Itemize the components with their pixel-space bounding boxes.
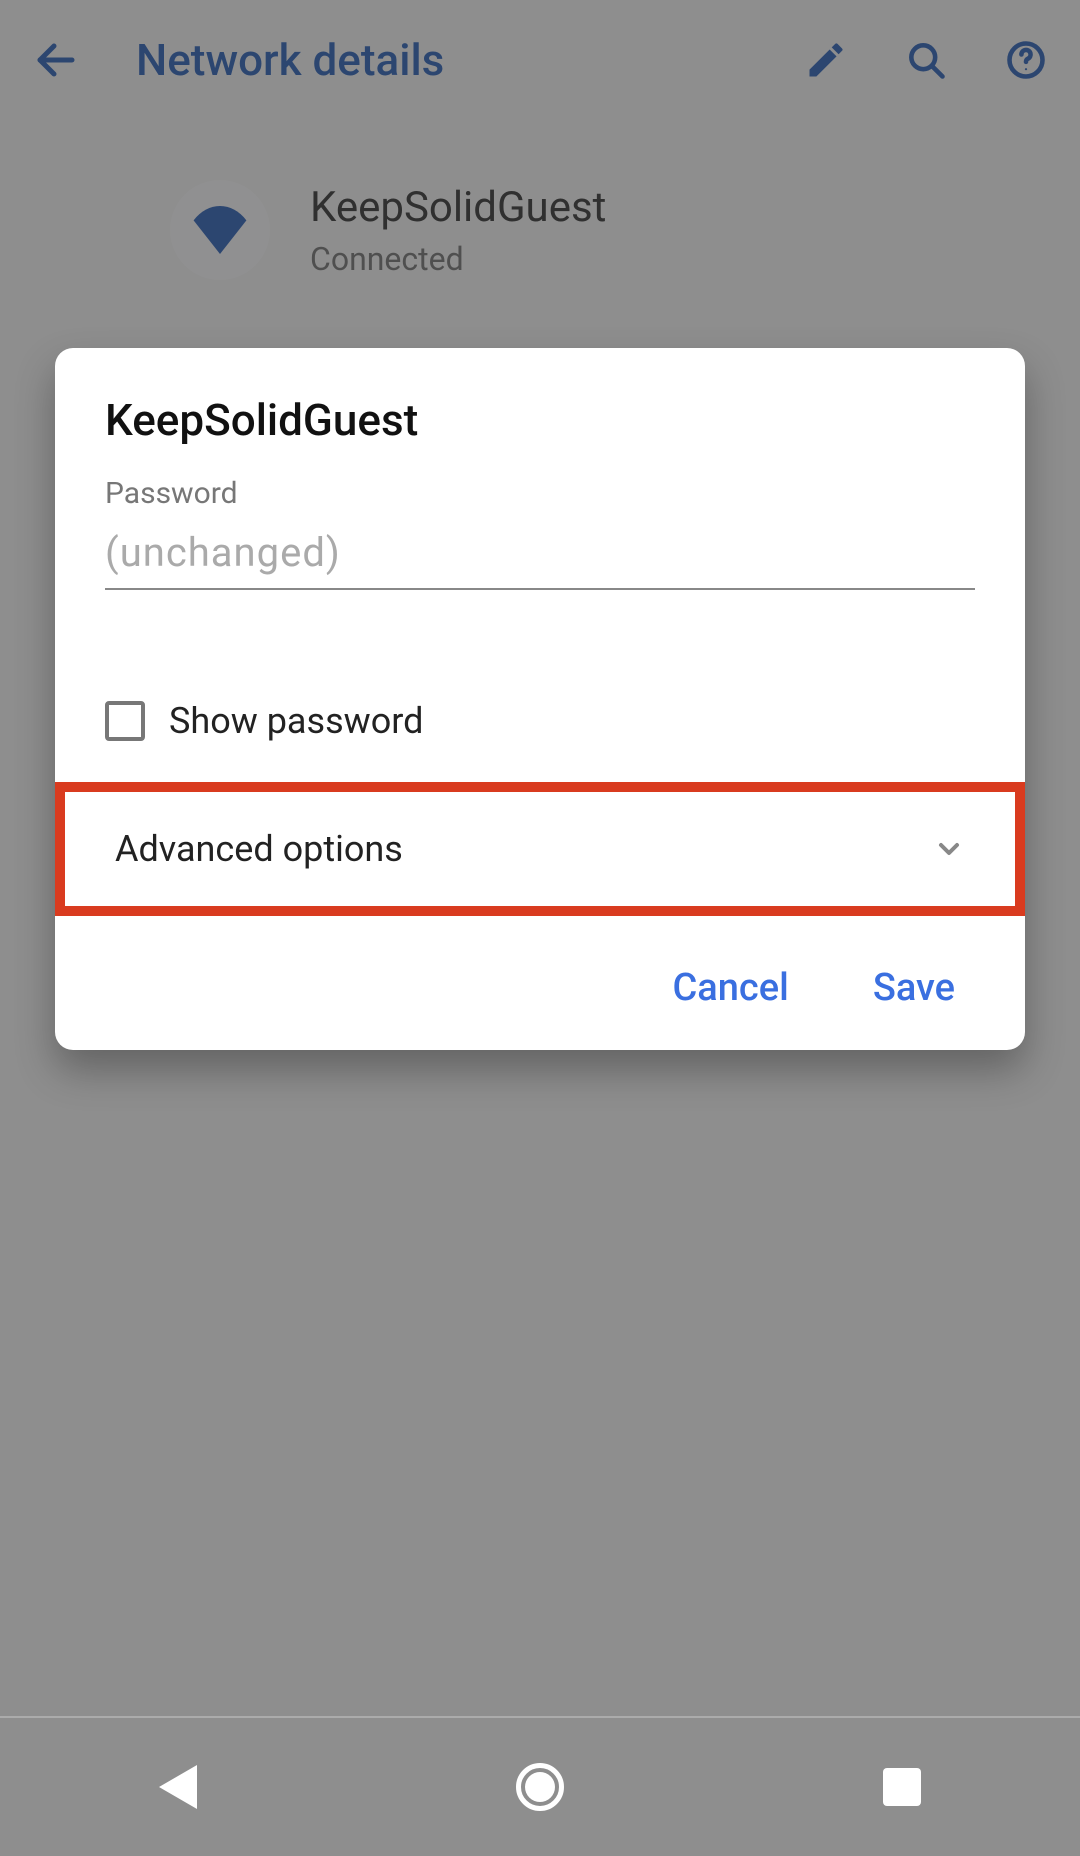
chevron-down-icon bbox=[933, 833, 965, 865]
password-label: Password bbox=[105, 476, 975, 511]
advanced-options-label: Advanced options bbox=[115, 828, 403, 870]
dialog-title: KeepSolidGuest bbox=[105, 394, 975, 446]
nav-recent-icon bbox=[883, 1768, 921, 1806]
show-password-label: Show password bbox=[169, 700, 423, 742]
edit-network-dialog: KeepSolidGuest Password Show password Ad… bbox=[55, 348, 1025, 1050]
advanced-options-row[interactable]: Advanced options bbox=[55, 782, 1025, 916]
nav-back-icon bbox=[159, 1765, 197, 1809]
system-nav-bar bbox=[0, 1716, 1080, 1856]
nav-home-button[interactable] bbox=[516, 1763, 564, 1811]
show-password-row[interactable]: Show password bbox=[105, 700, 975, 742]
save-button[interactable]: Save bbox=[861, 956, 967, 1020]
cancel-button[interactable]: Cancel bbox=[660, 956, 800, 1020]
nav-home-icon bbox=[516, 1763, 564, 1811]
show-password-checkbox[interactable] bbox=[105, 701, 145, 741]
nav-back-button[interactable] bbox=[159, 1765, 197, 1809]
nav-recent-button[interactable] bbox=[883, 1768, 921, 1806]
password-input[interactable] bbox=[105, 511, 975, 590]
dialog-actions: Cancel Save bbox=[105, 956, 975, 1020]
